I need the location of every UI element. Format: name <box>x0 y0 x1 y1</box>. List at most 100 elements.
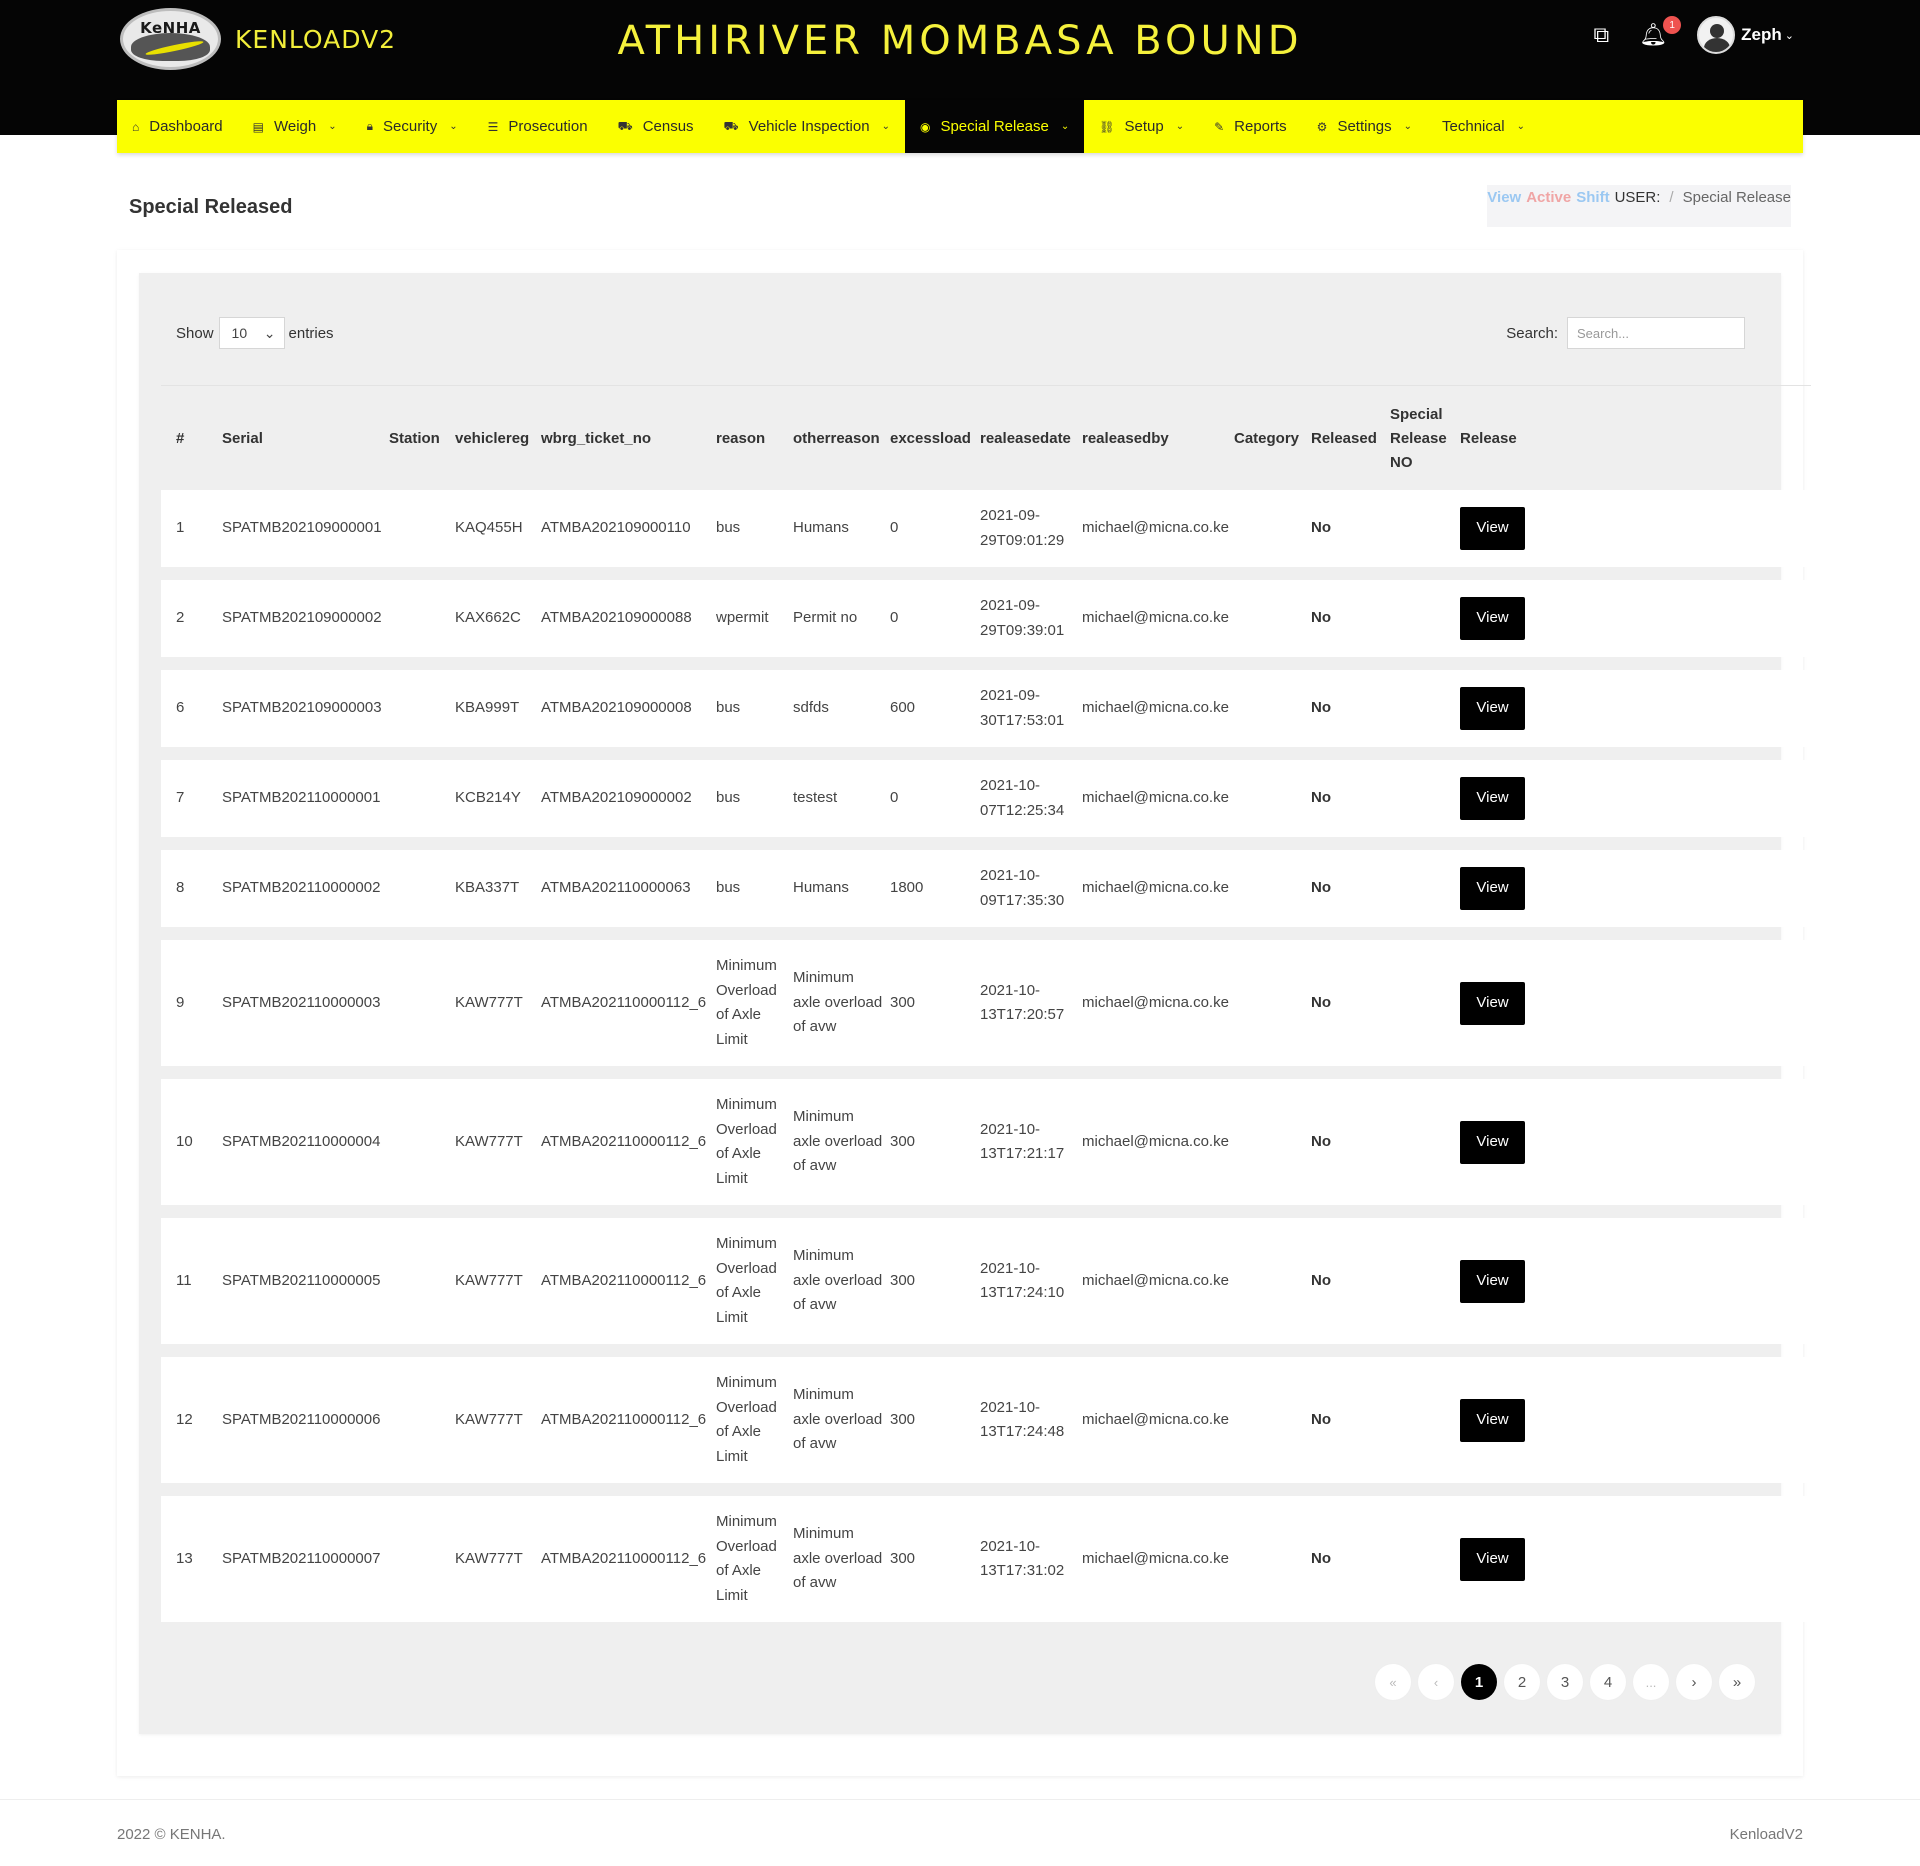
user-label: USER: <box>1614 189 1661 206</box>
col-releasedby[interactable]: realeasedby <box>1082 386 1169 491</box>
page-1-button[interactable]: 1 <box>1461 1664 1497 1700</box>
col-excessload[interactable]: excessload <box>890 386 971 491</box>
footer-copyright: 2022 © KENHA. <box>117 1826 226 1843</box>
shift-label[interactable]: Shift <box>1576 189 1609 206</box>
nav-census[interactable]: ⛟ Census <box>603 100 709 153</box>
cell-excessload: 300 <box>890 1132 916 1150</box>
nav-special-release[interactable]: ◉ Special Release ⌄ <box>904 100 1085 153</box>
cell-otherreason: Minimum axle overload of avw <box>793 1247 883 1314</box>
nav-weigh[interactable]: ▤ Weigh ⌄ <box>238 100 352 153</box>
cell-by: michael@micna.co.ke <box>1082 519 1229 537</box>
col-serial[interactable]: Serial <box>222 386 263 491</box>
col-num[interactable]: # <box>176 386 184 491</box>
apps-icon[interactable]: ⧉ <box>1594 22 1610 48</box>
col-ticket[interactable]: wbrg_ticket_no <box>541 386 651 491</box>
cell-num: 12 <box>176 1410 193 1428</box>
view-button[interactable]: View <box>1460 1537 1525 1581</box>
table-header: # Serial Station vehiclereg wbrg_ticket_… <box>161 385 1811 490</box>
avatar-head <box>1710 24 1725 38</box>
col-station[interactable]: Station <box>389 386 440 491</box>
cell-num: 10 <box>176 1132 193 1150</box>
view-button[interactable]: View <box>1460 981 1525 1025</box>
view-button[interactable]: View <box>1460 687 1525 730</box>
col-vehiclereg[interactable]: vehiclereg <box>455 386 529 491</box>
next-page-button[interactable]: › <box>1676 1664 1712 1700</box>
special-release-table: # Serial Station vehiclereg wbrg_ticket_… <box>161 385 1811 1635</box>
cell-serial: SPATMB202109000001 <box>222 519 382 537</box>
page-4-button[interactable]: 4 <box>1590 1664 1626 1700</box>
active-label[interactable]: Active <box>1526 189 1571 206</box>
col-special-release-no[interactable]: Special Release NO <box>1390 386 1454 491</box>
table-body: 1 SPATMB202109000001 KAQ455H ATMBA202109000… <box>161 490 1811 1622</box>
col-releasedate[interactable]: realeasedate <box>980 386 1071 491</box>
col-reason[interactable]: reason <box>716 386 765 491</box>
chevron-down-icon: ⌄ <box>449 121 458 132</box>
last-page-button[interactable]: » <box>1719 1664 1755 1700</box>
user-menu[interactable]: Zeph <box>1741 25 1782 45</box>
cell-ticket: ATMBA202109000110 <box>541 519 691 537</box>
col-release[interactable]: Release <box>1460 386 1517 491</box>
table-row: 6 SPATMB202109000003 KBA999T ATMBA202109000… <box>161 670 1811 747</box>
view-button[interactable]: View <box>1460 777 1525 820</box>
view-button[interactable]: View <box>1460 1120 1525 1164</box>
page-2-button[interactable]: 2 <box>1504 1664 1540 1700</box>
search-input[interactable]: Search... <box>1567 317 1745 349</box>
cell-serial: SPATMB202110000003 <box>222 993 381 1011</box>
cell-srno <box>1390 670 1454 747</box>
cell-ticket: ATMBA202110000112_6 <box>541 1271 707 1289</box>
nav-dashboard[interactable]: ⌂ Dashboard <box>117 100 238 153</box>
prev-page-button[interactable]: ‹ <box>1418 1664 1454 1700</box>
cell-released: No <box>1311 879 1331 897</box>
cell-excessload: 1800 <box>890 879 924 897</box>
cell-num: 2 <box>176 609 185 627</box>
view-button[interactable]: View <box>1460 1398 1525 1442</box>
cell-date: 2021-10-13T17:20:57 <box>980 981 1065 1024</box>
cell-action: View <box>1460 1218 1530 1344</box>
nav-settings[interactable]: ⚙ Settings ⌄ <box>1302 100 1427 153</box>
chevron-down-icon[interactable]: ⌄ <box>1785 29 1794 42</box>
cell-otherreason: Permit no <box>793 609 858 627</box>
page-3-button[interactable]: 3 <box>1547 1664 1583 1700</box>
view-button[interactable]: View <box>1460 597 1525 640</box>
table-row: 8 SPATMB202110000002 KBA337T ATMBA202110000… <box>161 850 1811 927</box>
view-button[interactable]: View <box>1460 867 1525 910</box>
col-category[interactable]: Category <box>1234 386 1299 491</box>
nav-security[interactable]: 🔒︎ Security ⌄ <box>352 100 473 153</box>
avatar[interactable] <box>1697 16 1736 54</box>
nav-reports[interactable]: ✎ Reports <box>1199 100 1302 153</box>
view-button[interactable]: View <box>1460 1259 1525 1303</box>
gear-icon: ⚙ <box>1316 119 1328 134</box>
col-otherreason[interactable]: otherreason <box>793 386 880 491</box>
cell-released: No <box>1311 1271 1331 1289</box>
nav-setup[interactable]: ⛓ Setup ⌄ <box>1084 100 1199 153</box>
cell-excessload: 0 <box>890 789 899 807</box>
cell-reason: wpermit <box>716 609 769 627</box>
nav-vehicle-inspection[interactable]: ⛟ Vehicle Inspection ⌄ <box>709 100 905 153</box>
cell-ticket: ATMBA202110000063 <box>541 879 691 897</box>
table-search: Search: Search... <box>1506 317 1745 349</box>
cell-num: 7 <box>176 789 185 807</box>
cell-otherreason: Minimum axle overload of avw <box>793 1108 883 1175</box>
cell-reason: bus <box>716 789 741 807</box>
cell-num: 13 <box>176 1549 193 1567</box>
first-page-button[interactable]: « <box>1375 1664 1411 1700</box>
entries-select[interactable]: 10 ⌄ <box>218 317 285 349</box>
link-icon: ⛓ <box>1099 119 1115 134</box>
nav-prosecution[interactable]: ☰ Prosecution <box>473 100 603 153</box>
chevron-down-icon: ⌄ <box>1060 121 1070 132</box>
cell-otherreason: sdfds <box>793 699 829 717</box>
cell-by: michael@micna.co.ke <box>1082 1549 1229 1567</box>
cell-otherreason: Humans <box>793 879 849 897</box>
cell-otherreason: Minimum axle overload of avw <box>793 1386 883 1453</box>
chevron-down-icon: ⌄ <box>1516 121 1525 132</box>
table-row: 12 SPATMB202110000006 KAW777T ATMBA20211000… <box>161 1357 1811 1483</box>
nav-technical[interactable]: Technical ⌄ <box>1427 100 1540 153</box>
cell-ticket: ATMBA202109000002 <box>541 789 692 807</box>
view-button[interactable]: View <box>1460 507 1525 550</box>
cell-serial: SPATMB202110000005 <box>222 1271 381 1289</box>
bell-icon[interactable]: 🔔︎ 1 <box>1639 16 1682 48</box>
view-active-shift-link[interactable]: View <box>1487 189 1521 206</box>
col-released[interactable]: Released <box>1311 386 1377 491</box>
cell-released: No <box>1311 1410 1331 1428</box>
cell-srno <box>1390 1496 1454 1622</box>
